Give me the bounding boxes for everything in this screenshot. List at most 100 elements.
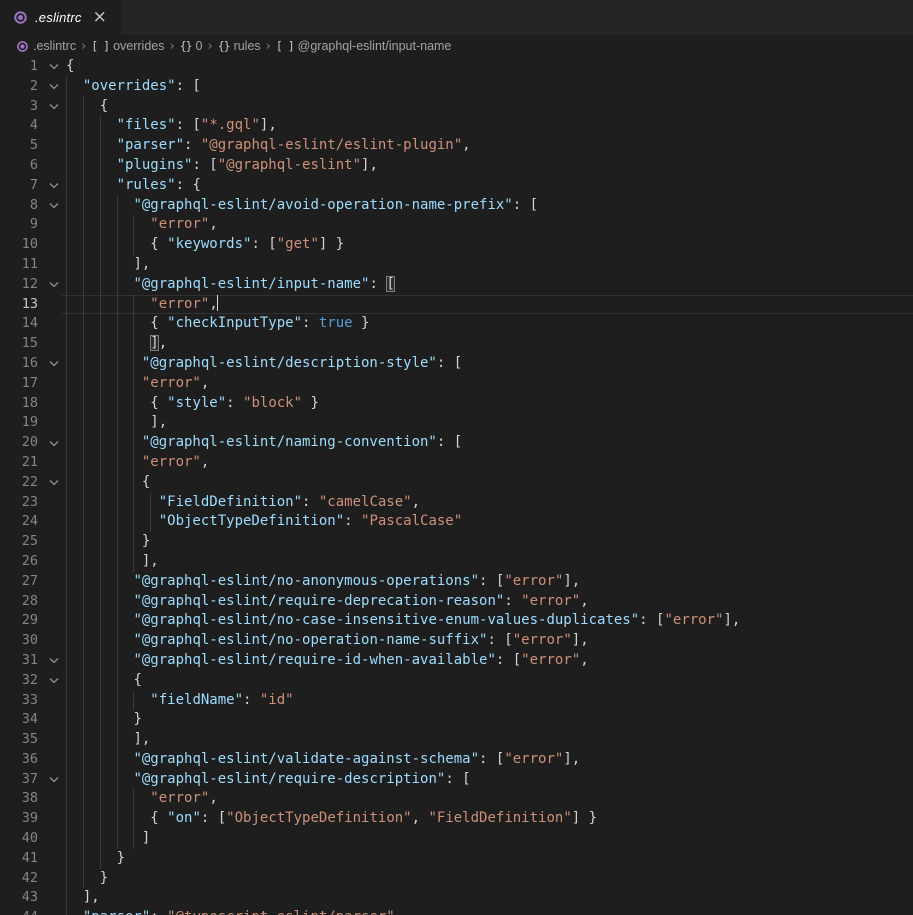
code-line[interactable]: 5 "parser": "@graphql-eslint/eslint-plug… bbox=[0, 136, 913, 156]
code-line[interactable]: 13 "error", bbox=[0, 295, 913, 315]
code-line[interactable]: 22 { bbox=[0, 473, 913, 493]
token: ] bbox=[142, 830, 150, 846]
code-line[interactable]: 6 "plugins": ["@graphql-eslint"], bbox=[0, 156, 913, 176]
code-line[interactable]: 25 } bbox=[0, 532, 913, 552]
fold-chevron-icon[interactable] bbox=[45, 770, 63, 790]
line-number: 28 bbox=[0, 592, 38, 612]
fold-chevron-icon[interactable] bbox=[45, 651, 63, 671]
code-line[interactable]: 8 "@graphql-eslint/avoid-operation-name-… bbox=[0, 196, 913, 216]
fold-chevron-icon[interactable] bbox=[45, 671, 63, 691]
token: "error" bbox=[664, 612, 723, 628]
token: "FieldDefinition" bbox=[159, 494, 302, 510]
line-number: 27 bbox=[0, 572, 38, 592]
code-line[interactable]: 29 "@graphql-eslint/no-case-insensitive-… bbox=[0, 611, 913, 631]
fold-chevron-icon[interactable] bbox=[45, 354, 63, 374]
line-number: 37 bbox=[0, 770, 38, 790]
token: , bbox=[412, 494, 420, 510]
code-line[interactable]: 1{ bbox=[0, 57, 913, 77]
code-line[interactable]: 26 ], bbox=[0, 552, 913, 572]
token: } bbox=[100, 870, 108, 886]
tab-close-icon[interactable]: × bbox=[89, 8, 111, 27]
code-line[interactable]: 33 "fieldName": "id" bbox=[0, 691, 913, 711]
code-line[interactable]: 17 "error", bbox=[0, 374, 913, 394]
token: { bbox=[142, 474, 150, 490]
fold-chevron-icon[interactable] bbox=[45, 433, 63, 453]
token: "rules" bbox=[117, 177, 176, 193]
token: "error" bbox=[142, 454, 201, 470]
code-line[interactable]: 44 "parser": "@typescript-eslint/parser" bbox=[0, 908, 913, 915]
breadcrumb-item-overrides[interactable]: [ ]overrides bbox=[91, 39, 164, 53]
code-line[interactable]: 43 ], bbox=[0, 888, 913, 908]
code-line[interactable]: 30 "@graphql-eslint/no-operation-name-su… bbox=[0, 631, 913, 651]
fold-chevron-icon[interactable] bbox=[45, 176, 63, 196]
code-text: "@graphql-eslint/require-deprecation-rea… bbox=[66, 592, 589, 612]
code-text: "ObjectTypeDefinition": "PascalCase" bbox=[66, 512, 462, 532]
code-line[interactable]: 28 "@graphql-eslint/require-deprecation-… bbox=[0, 592, 913, 612]
breadcrumb-item-@graphql-eslint/input-name[interactable]: [ ]@graphql-eslint/input-name bbox=[276, 39, 452, 53]
code-line[interactable]: 12 "@graphql-eslint/input-name": [ bbox=[0, 275, 913, 295]
code-text: "error", bbox=[66, 789, 218, 809]
code-line[interactable]: 3 { bbox=[0, 97, 913, 117]
fold-chevron-icon[interactable] bbox=[45, 77, 63, 97]
code-line[interactable]: 36 "@graphql-eslint/validate-against-sch… bbox=[0, 750, 913, 770]
fold-chevron-icon[interactable] bbox=[45, 196, 63, 216]
code-text: } bbox=[66, 849, 125, 869]
code-line[interactable]: 16 "@graphql-eslint/description-style": … bbox=[0, 354, 913, 374]
line-number: 9 bbox=[0, 215, 38, 235]
line-number: 42 bbox=[0, 869, 38, 889]
line-number: 40 bbox=[0, 829, 38, 849]
breadcrumb-item-rules[interactable]: {}rules bbox=[218, 39, 261, 53]
code-line[interactable]: 42 } bbox=[0, 869, 913, 889]
token: "overrides" bbox=[83, 78, 176, 94]
fold-chevron-icon[interactable] bbox=[45, 97, 63, 117]
code-line[interactable]: 18 { "style": "block" } bbox=[0, 394, 913, 414]
code-text: "@graphql-eslint/validate-against-schema… bbox=[66, 750, 580, 770]
tab-eslintrc[interactable]: .eslintrc × bbox=[0, 0, 121, 35]
code-line[interactable]: 9 "error", bbox=[0, 215, 913, 235]
token: , bbox=[209, 790, 217, 806]
code-line[interactable]: 39 { "on": ["ObjectTypeDefinition", "Fie… bbox=[0, 809, 913, 829]
breadcrumb-separator-icon: › bbox=[206, 39, 215, 54]
token: , bbox=[201, 454, 209, 470]
code-line[interactable]: 27 "@graphql-eslint/no-anonymous-operati… bbox=[0, 572, 913, 592]
code-line[interactable]: 32 { bbox=[0, 671, 913, 691]
code-line[interactable]: 40 ] bbox=[0, 829, 913, 849]
code-line[interactable]: 10 { "keywords": ["get"] } bbox=[0, 235, 913, 255]
code-line[interactable]: 41 } bbox=[0, 849, 913, 869]
token: : bbox=[226, 395, 243, 411]
code-line[interactable]: 35 ], bbox=[0, 730, 913, 750]
line-number: 21 bbox=[0, 453, 38, 473]
token: : bbox=[302, 494, 319, 510]
code-line[interactable]: 38 "error", bbox=[0, 789, 913, 809]
line-number: 38 bbox=[0, 789, 38, 809]
token: "parser" bbox=[83, 909, 150, 915]
token: : [ bbox=[251, 236, 276, 252]
code-line[interactable]: 4 "files": ["*.gql"], bbox=[0, 116, 913, 136]
code-line[interactable]: 11 ], bbox=[0, 255, 913, 275]
breadcrumb-item-0[interactable]: {}0 bbox=[180, 39, 203, 53]
code-line[interactable]: 2 "overrides": [ bbox=[0, 77, 913, 97]
code-line[interactable]: 14 { "checkInputType": true } bbox=[0, 314, 913, 334]
code-line[interactable]: 7 "rules": { bbox=[0, 176, 913, 196]
fold-chevron-icon[interactable] bbox=[45, 57, 63, 77]
code-text: ], bbox=[66, 255, 150, 275]
code-line[interactable]: 37 "@graphql-eslint/require-description"… bbox=[0, 770, 913, 790]
token: "@graphql-eslint/require-description" bbox=[133, 771, 445, 787]
code-line[interactable]: 23 "FieldDefinition": "camelCase", bbox=[0, 493, 913, 513]
fold-chevron-icon[interactable] bbox=[45, 473, 63, 493]
code-line[interactable]: 31 "@graphql-eslint/require-id-when-avai… bbox=[0, 651, 913, 671]
code-line[interactable]: 19 ], bbox=[0, 413, 913, 433]
code-line[interactable]: 15 ], bbox=[0, 334, 913, 354]
breadcrumb-item-.eslintrc[interactable]: .eslintrc bbox=[16, 39, 76, 53]
code-line[interactable]: 24 "ObjectTypeDefinition": "PascalCase" bbox=[0, 512, 913, 532]
token: ], bbox=[133, 256, 150, 272]
code-text: ], bbox=[66, 888, 100, 908]
fold-chevron-icon[interactable] bbox=[45, 275, 63, 295]
code-line[interactable]: 34 } bbox=[0, 710, 913, 730]
token: "error" bbox=[504, 751, 563, 767]
code-text: { bbox=[66, 473, 150, 493]
code-line[interactable]: 20 "@graphql-eslint/naming-convention": … bbox=[0, 433, 913, 453]
code-text: "@graphql-eslint/naming-convention": [ bbox=[66, 433, 462, 453]
line-number: 10 bbox=[0, 235, 38, 255]
code-line[interactable]: 21 "error", bbox=[0, 453, 913, 473]
